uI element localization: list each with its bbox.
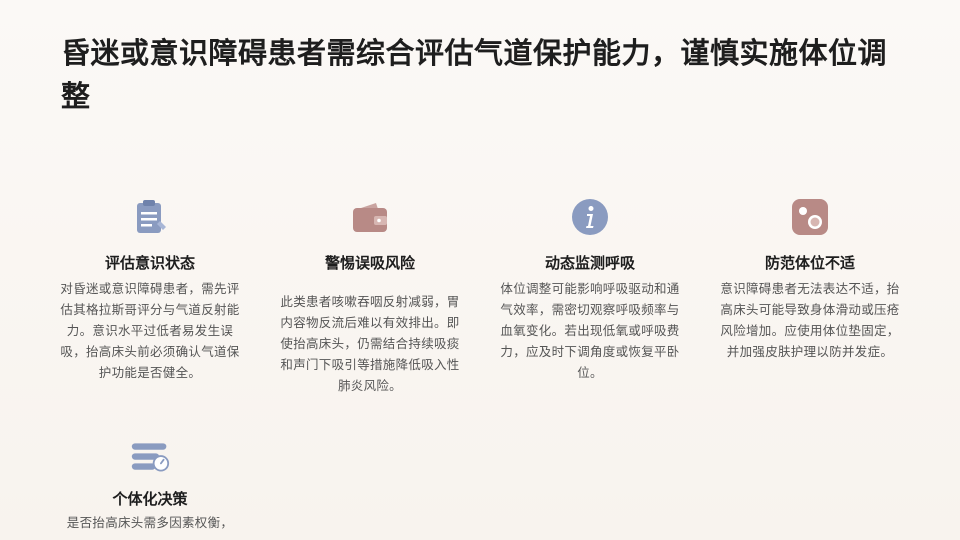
card-body: 对昏迷或意识障碍患者，需先评估其格拉斯哥评分与气道反射能力。意识水平过低者易发生… (60, 281, 240, 380)
card-body: 意识障碍患者无法表达不适，抬高床头可能导致身体滑动或压疮风险增加。应使用体位垫固… (720, 281, 900, 359)
circles-icon (790, 197, 830, 237)
card-body: 此类患者咳嗽吞咽反射减弱，胃内容物反流后难以有效排出。即使抬高床头，仍需结合持续… (280, 294, 460, 393)
card-aspiration-risk: 警惕误吸风险 此类患者咳嗽吞咽反射减弱，胃内容物反流后难以有效排出。即使抬高床头… (280, 197, 460, 396)
card-title: 动态监测呼吸 (544, 254, 635, 272)
card-monitor-breathing: 动态监测呼吸 体位调整可能影响呼吸驱动和通气效率，需密切观察呼吸频率与血氧变化。… (500, 197, 680, 383)
card-title: 个体化决策 (112, 490, 188, 508)
card-title: 防范体位不适 (764, 254, 855, 272)
server-gauge-icon (130, 437, 170, 477)
clipboard-icon (130, 197, 170, 237)
card-body: 体位调整可能影响呼吸驱动和通气效率，需密切观察呼吸频率与血氧变化。若出现低氧或呼… (500, 281, 680, 380)
card-title: 评估意识状态 (104, 254, 195, 272)
card-assess-consciousness: 评估意识状态 对昏迷或意识障碍患者，需先评估其格拉斯哥评分与气道反射能力。意识水… (60, 197, 240, 383)
card-individual-decision: 个体化决策 是否抬高床头需多因素权衡， (60, 437, 240, 533)
card-body: 是否抬高床头需多因素权衡， (66, 515, 234, 530)
card-prevent-discomfort: 防范体位不适 意识障碍患者无法表达不适，抬高床头可能导致身体滑动或压疮风险增加。… (720, 197, 900, 362)
info-icon (570, 197, 610, 237)
wallet-icon (350, 197, 390, 237)
page-title: 昏迷或意识障碍患者需综合评估气道保护能力，谨慎实施体位调整 (61, 36, 888, 113)
card-title: 警惕误吸风险 (324, 254, 415, 272)
